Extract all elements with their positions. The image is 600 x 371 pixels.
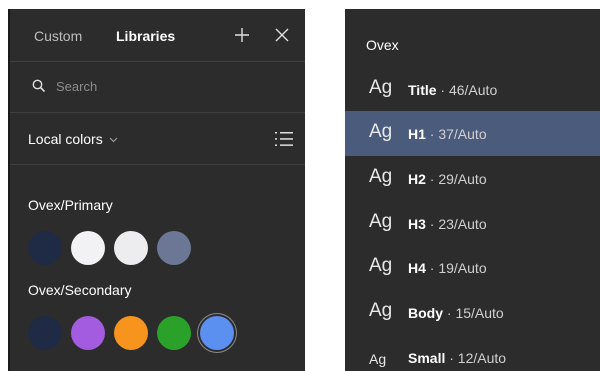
text-style-spec: · 46/Auto	[436, 82, 498, 98]
text-style-spec: · 19/Auto	[425, 260, 487, 276]
text-style-name: H2	[408, 171, 426, 187]
color-swatch[interactable]	[71, 231, 105, 265]
text-styles-panel: Ovex Ag Title · 46/Auto Ag H1 · 37/Auto Ag H2…	[345, 9, 600, 371]
text-style-spec: · 37/Auto	[425, 126, 487, 142]
stage: Custom Libraries Local colors	[0, 0, 600, 371]
text-style-label: Title · 46/Auto	[408, 82, 497, 98]
text-style-name: H1	[408, 126, 426, 142]
text-style-name: H3	[408, 216, 426, 232]
text-style-name: H4	[408, 260, 426, 276]
text-style-label: H1 · 37/Auto	[408, 126, 487, 142]
text-style-label: Body · 15/Auto	[408, 305, 504, 321]
library-title: Ovex	[366, 37, 399, 53]
text-style-name: Body	[408, 305, 443, 321]
tab-libraries[interactable]: Libraries	[116, 28, 175, 44]
text-style-label: H2 · 29/Auto	[408, 171, 487, 187]
group-title-secondary: Ovex/Secondary	[28, 282, 132, 298]
add-button[interactable]	[232, 25, 252, 45]
text-style-spec: · 29/Auto	[425, 171, 487, 187]
color-swatch[interactable]	[114, 316, 148, 350]
list-view-icon[interactable]	[275, 131, 293, 147]
search-icon	[32, 79, 46, 93]
color-styles-panel: Custom Libraries Local colors	[8, 9, 305, 371]
text-style-row[interactable]: Ag H1 · 37/Auto	[345, 111, 600, 156]
text-style-row[interactable]: Ag Title · 46/Auto	[345, 67, 600, 112]
text-style-label: H4 · 19/Auto	[408, 260, 487, 276]
text-style-preview: Ag	[369, 211, 393, 232]
color-swatch[interactable]	[71, 316, 105, 350]
text-style-spec: · 15/Auto	[443, 305, 504, 321]
local-colors-bar: Local colors	[10, 113, 305, 165]
text-style-preview: Ag	[369, 351, 387, 367]
text-style-row[interactable]: Ag H2 · 29/Auto	[345, 156, 600, 201]
search-input[interactable]	[56, 76, 256, 96]
local-colors-dropdown[interactable]: Local colors	[28, 131, 118, 147]
close-icon	[275, 28, 289, 42]
plus-icon	[235, 28, 249, 42]
text-style-preview: Ag	[369, 300, 393, 321]
text-style-label: H3 · 23/Auto	[408, 216, 487, 232]
text-style-preview: Ag	[369, 255, 393, 276]
text-style-label: Small · 12/Auto	[408, 350, 506, 366]
text-style-spec: · 23/Auto	[425, 216, 487, 232]
text-style-spec: · 12/Auto	[445, 350, 507, 366]
text-style-preview: Ag	[369, 166, 393, 187]
text-style-row[interactable]: Ag H4 · 19/Auto	[345, 245, 600, 290]
chevron-down-icon	[109, 137, 118, 143]
tab-custom[interactable]: Custom	[34, 28, 82, 44]
text-style-preview: Ag	[369, 121, 393, 142]
color-swatch[interactable]	[157, 231, 191, 265]
text-style-row[interactable]: Ag Body · 15/Auto	[345, 290, 600, 335]
swatch-row-secondary	[28, 316, 234, 350]
text-style-row[interactable]: Ag H3 · 23/Auto	[345, 201, 600, 246]
text-style-name: Small	[408, 350, 446, 366]
panel-header: Custom Libraries	[10, 9, 305, 62]
text-style-name: Title	[408, 82, 437, 98]
color-swatch[interactable]	[157, 316, 191, 350]
color-swatch[interactable]	[114, 231, 148, 265]
text-style-row[interactable]: Ag Small · 12/Auto	[345, 335, 600, 371]
text-style-preview: Ag	[369, 77, 393, 98]
search-bar	[10, 62, 305, 113]
color-swatch[interactable]	[200, 316, 234, 350]
color-swatch[interactable]	[28, 231, 62, 265]
local-colors-label: Local colors	[28, 131, 103, 147]
close-button[interactable]	[272, 25, 292, 45]
swatch-row-primary	[28, 231, 191, 265]
color-swatch[interactable]	[28, 316, 62, 350]
group-title-primary: Ovex/Primary	[28, 197, 113, 213]
